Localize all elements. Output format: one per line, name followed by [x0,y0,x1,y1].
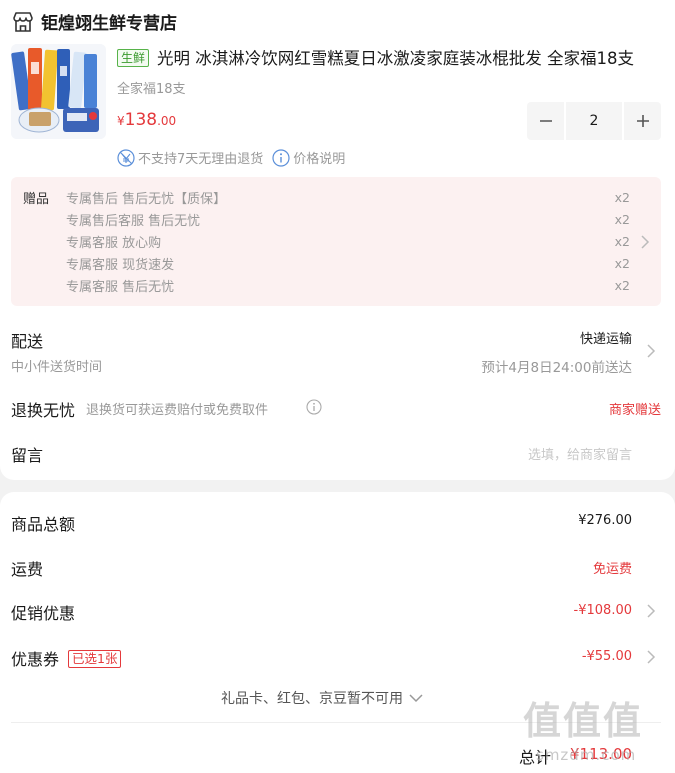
message-label: 留言 [11,446,44,465]
product-price: ¥138.00 [117,110,176,130]
quantity-value[interactable]: 2 [566,102,622,140]
delivery-method[interactable]: 快递运输 [580,328,632,347]
giftcard-toggle[interactable]: 礼品卡、红包、京豆暂不可用 [221,688,423,708]
gift-item-qty: x2 [614,212,630,227]
gift-item-qty: x2 [614,234,630,249]
gift-label: 赠品 [23,192,50,207]
coupon-badge: 已选1张 [68,650,122,668]
watermark-site: smzdm.com [536,746,637,764]
coupon-row[interactable]: 优惠券 已选1张 [11,646,122,670]
gift-item-qty: x2 [614,278,630,293]
store-header[interactable]: 钜煌翊生鲜专营店 [11,9,177,34]
gift-item: 专属客服 售后无忧 [66,280,175,295]
ice-cream-package-image [11,44,106,139]
increase-button[interactable] [624,102,661,140]
store-name: 钜煌翊生鲜专营店 [41,14,177,34]
product-title-text: 光明 冰淇淋冷饮网红雪糕夏日冰激凌家庭装冰棍批发 全家福18支 [157,49,635,68]
info-icon [272,148,290,167]
delivery-eta[interactable]: 预计4月8日24:00前送达 [481,356,632,376]
goods-total-value: ¥276.00 [578,513,632,528]
price-explain-link[interactable]: 价格说明 [272,148,345,167]
order-card: 钜煌翊生鲜专营店 生鲜 光明 冰淇淋冷饮网红雪糕夏日冰激凌家庭装冰棍批发 全家福1… [0,0,675,480]
no-return-icon [117,148,135,167]
gift-item: 专属售后 售后无忧【质保】 [66,192,227,207]
giftcard-text: 礼品卡、红包、京豆暂不可用 [221,691,403,707]
watermark-logo: 值值值 [523,699,644,743]
message-input[interactable]: 选填，给商家留言 [528,444,632,463]
gift-section[interactable]: 赠品 专属售后 售后无忧【质保】 x2 专属售后客服 售后无忧 x2 专属客服 … [11,177,661,306]
product-spec: 全家福18支 [117,82,186,97]
gift-item: 专属售后客服 售后无忧 [66,214,201,229]
gift-item-qty: x2 [614,190,630,205]
coupon-label: 优惠券 [11,650,60,669]
shipping-value: 免运费 [592,562,632,577]
info-icon[interactable] [306,399,322,415]
promo-label: 促销优惠 [11,604,76,623]
product-notices: 不支持7天无理由退货 价格说明 [117,148,345,167]
gift-item: 专属客服 现货速发 [66,258,175,273]
promo-value[interactable]: -¥108.00 [574,603,632,618]
price-integer: 138 [124,110,158,130]
product-title[interactable]: 生鲜 光明 冰淇淋冷饮网红雪糕夏日冰激凌家庭装冰棍批发 全家福18支 [117,47,667,71]
plus-icon [636,115,649,127]
price-explain-text: 价格说明 [293,152,346,167]
decrease-button[interactable] [527,102,564,140]
chevron-right-icon[interactable] [646,343,656,359]
chevron-right-icon [641,235,650,249]
goods-total-label: 商品总额 [11,515,76,534]
chevron-down-icon [409,694,423,703]
chevron-right-icon[interactable] [646,649,656,665]
gift-item-qty: x2 [614,256,630,271]
return-worry-value: 商家赠送 [608,403,661,418]
delivery-label: 配送 [11,332,44,351]
product-thumbnail[interactable] [11,44,106,139]
price-symbol: ¥ [117,114,125,128]
shipping-label: 运费 [11,560,44,579]
quantity-stepper[interactable]: 2 [527,102,661,140]
coupon-value[interactable]: -¥55.00 [582,649,632,664]
delivery-sub: 中小件送货时间 [11,360,103,375]
price-decimal: .00 [157,114,177,128]
gift-item: 专属客服 放心购 [66,236,162,251]
minus-icon [539,120,552,122]
fresh-tag: 生鲜 [117,49,150,67]
store-icon [13,11,33,32]
no-return-text: 不支持7天无理由退货 [138,152,264,167]
return-worry-label: 退换无忧 [11,401,76,420]
chevron-right-icon[interactable] [646,603,656,619]
return-worry-desc: 退换货可获运费赔付或免费取件 [86,403,269,418]
